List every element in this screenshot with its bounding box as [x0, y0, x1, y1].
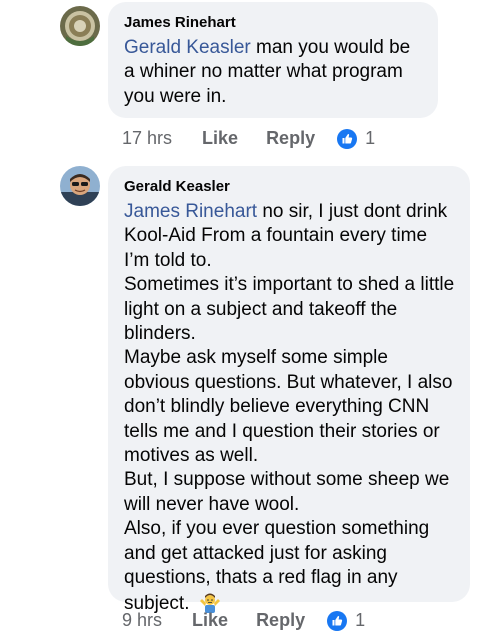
like-button[interactable]: Like — [202, 128, 238, 149]
reaction-count[interactable]: 1 — [355, 610, 365, 631]
mention-link[interactable]: James Rinehart — [124, 201, 257, 222]
comment-2: Gerald Keasler James Rinehart no sir, I … — [0, 160, 490, 640]
mention-link[interactable]: Gerald Keasler — [124, 37, 251, 58]
like-button[interactable]: Like — [192, 610, 228, 631]
comment-actions: 17 hrs Like Reply 1 — [122, 128, 375, 149]
comment-author[interactable]: Gerald Keasler — [124, 178, 456, 196]
avatar-image — [60, 166, 100, 206]
avatar[interactable] — [60, 6, 100, 46]
avatar[interactable] — [60, 166, 100, 206]
like-icon[interactable] — [337, 128, 358, 149]
comment-bubble: James Rinehart Gerald Keasler man you wo… — [108, 2, 438, 118]
comment-time[interactable]: 9 hrs — [122, 610, 162, 631]
reaction-count[interactable]: 1 — [365, 128, 375, 149]
comment-bubble: Gerald Keasler James Rinehart no sir, I … — [108, 166, 470, 614]
like-icon[interactable] — [327, 610, 348, 631]
comment-author[interactable]: James Rinehart — [124, 14, 424, 32]
comment-1: James Rinehart Gerald Keasler man you wo… — [0, 0, 490, 160]
comment-text: James Rinehart no sir, I just dont drink… — [124, 200, 456, 616]
comment-text: Gerald Keasler man you would be a whiner… — [124, 36, 424, 109]
reply-button[interactable]: Reply — [266, 128, 315, 149]
reply-button[interactable]: Reply — [256, 610, 305, 631]
avatar-image — [60, 6, 100, 46]
comment-body: no sir, I just dont drink Kool-Aid From … — [124, 201, 455, 614]
comment-time[interactable]: 17 hrs — [122, 128, 172, 149]
comment-actions: 9 hrs Like Reply 1 — [122, 610, 365, 631]
